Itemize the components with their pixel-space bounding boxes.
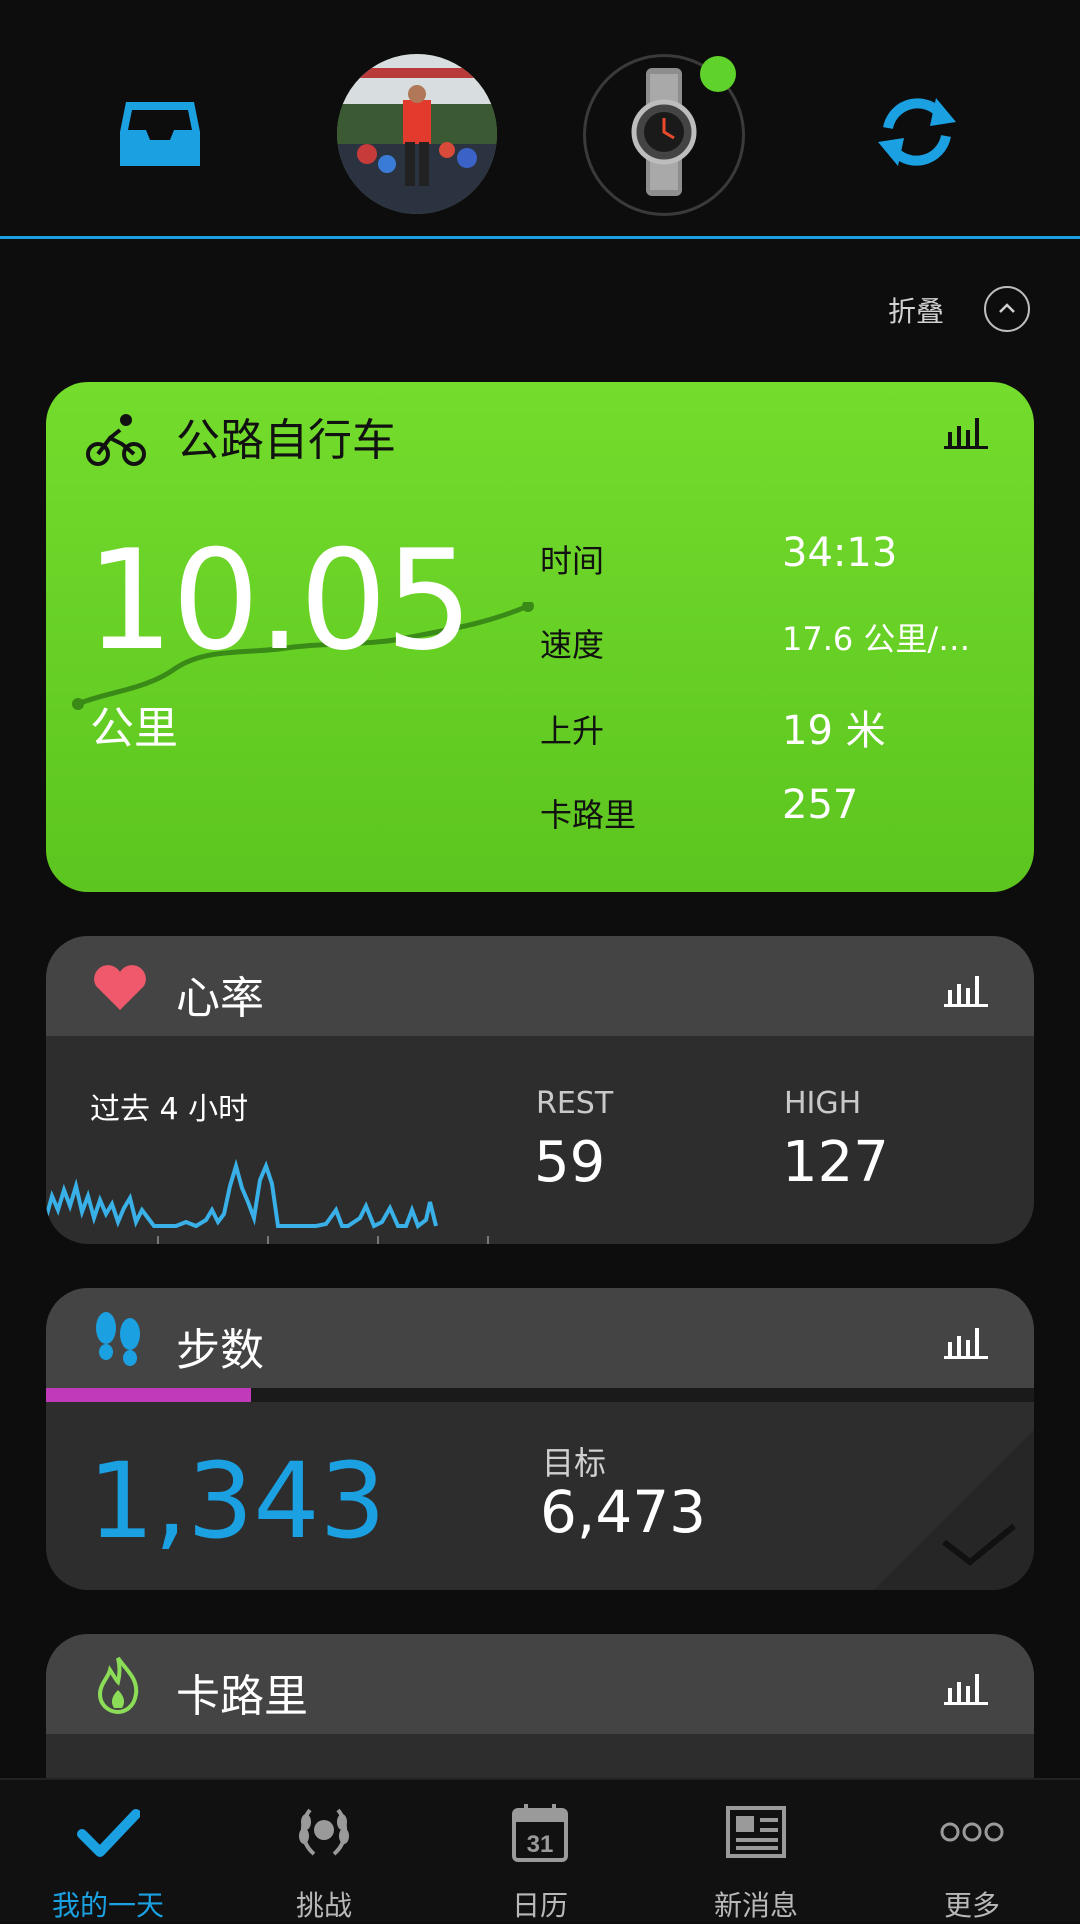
stat-label-time: 时间 bbox=[540, 542, 605, 580]
watch-device-icon bbox=[631, 68, 697, 196]
laurel-icon bbox=[299, 1808, 349, 1856]
distance-value: 10.05 bbox=[86, 520, 473, 681]
steps-card[interactable]: 步数 1,343 目标 6,473 bbox=[46, 1288, 1034, 1590]
stat-value-ascent: 19 米 bbox=[782, 708, 886, 754]
high-label: HIGH bbox=[784, 1086, 862, 1121]
top-header bbox=[0, 0, 1080, 239]
tab-news[interactable]: 新消息 bbox=[648, 1780, 864, 1922]
more-icon bbox=[940, 1822, 1004, 1842]
heart-rate-sparkline bbox=[46, 1158, 489, 1244]
chevron-up-icon bbox=[999, 303, 1015, 313]
inbox-icon[interactable] bbox=[120, 94, 200, 166]
road-cycling-card[interactable]: 公路自行车 10.05 公里 时间 34:13 速度 17.6 公里/… 上升 … bbox=[46, 382, 1034, 892]
tab-more[interactable]: 更多 bbox=[864, 1780, 1080, 1922]
stat-value-calories: 257 bbox=[782, 782, 859, 828]
steps-value: 1,343 bbox=[88, 1440, 386, 1562]
distance-unit: 公里 bbox=[90, 703, 178, 754]
rest-value: 59 bbox=[534, 1130, 606, 1195]
stat-value-speed: 17.6 公里/… bbox=[782, 620, 971, 658]
stat-label-calories: 卡路里 bbox=[540, 796, 637, 834]
stat-value-time: 34:13 bbox=[782, 530, 898, 576]
heart-rate-period: 过去 4 小时 bbox=[90, 1092, 249, 1127]
checkmark-icon bbox=[77, 1809, 140, 1857]
bicycle-icon bbox=[86, 414, 146, 466]
heart-rate-title: 心率 bbox=[176, 973, 264, 1024]
collapse-label[interactable]: 折叠 bbox=[888, 290, 944, 330]
tab-label: 新消息 bbox=[713, 1889, 798, 1922]
stat-label-ascent: 上升 bbox=[540, 712, 605, 750]
bar-chart-icon[interactable] bbox=[944, 1668, 988, 1706]
tab-label: 挑战 bbox=[295, 1889, 352, 1922]
steps-progress-bar bbox=[46, 1388, 251, 1402]
profile-avatar[interactable] bbox=[337, 54, 497, 214]
flame-icon bbox=[97, 1656, 139, 1714]
goal-value: 6,473 bbox=[540, 1478, 707, 1546]
bottom-tab-bar: 我的一天 挑战 31 日历 新消息 更多 bbox=[0, 1778, 1080, 1922]
rest-label: REST bbox=[536, 1086, 614, 1121]
tab-challenges[interactable]: 挑战 bbox=[216, 1780, 432, 1922]
heart-rate-card[interactable]: 心率 过去 4 小时 REST 59 HIGH 127 bbox=[46, 936, 1034, 1244]
stat-label-speed: 速度 bbox=[540, 626, 605, 664]
online-status-dot bbox=[700, 56, 736, 92]
calendar-icon: 31 bbox=[512, 1804, 568, 1862]
bar-chart-icon[interactable] bbox=[944, 1322, 988, 1360]
bar-chart-icon[interactable] bbox=[944, 970, 988, 1008]
bar-chart-icon[interactable] bbox=[944, 412, 988, 450]
tab-calendar[interactable]: 31 日历 bbox=[432, 1780, 648, 1922]
heart-icon bbox=[94, 965, 146, 1010]
tab-label: 更多 bbox=[943, 1889, 1000, 1922]
footprints-icon bbox=[96, 1312, 140, 1366]
high-value: 127 bbox=[782, 1130, 889, 1195]
tab-label: 我的一天 bbox=[51, 1889, 164, 1922]
avatar-photo bbox=[337, 54, 497, 214]
newspaper-icon bbox=[726, 1806, 786, 1858]
tab-label: 日历 bbox=[511, 1889, 568, 1922]
tab-my-day[interactable]: 我的一天 bbox=[0, 1780, 216, 1922]
calendar-day: 31 bbox=[527, 1831, 554, 1858]
steps-title: 步数 bbox=[176, 1325, 264, 1376]
goal-check-corner bbox=[874, 1430, 1034, 1590]
sync-icon[interactable] bbox=[874, 92, 960, 172]
calories-title: 卡路里 bbox=[176, 1671, 308, 1722]
collapse-button[interactable] bbox=[984, 286, 1030, 332]
activity-title: 公路自行车 bbox=[176, 415, 396, 466]
